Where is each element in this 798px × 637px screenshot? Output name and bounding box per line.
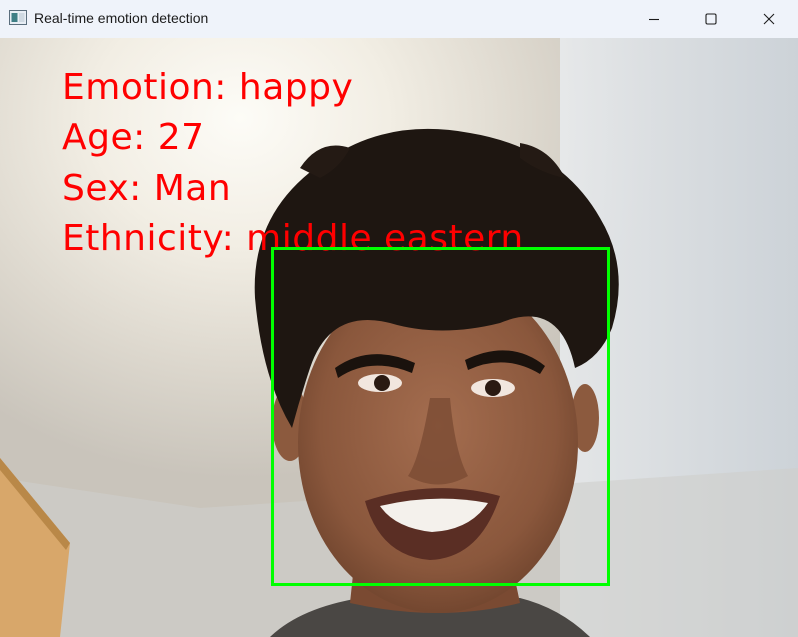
app-window: Real-time emotion detection Emotion: hap… — [0, 0, 798, 637]
app-window-icon — [9, 10, 27, 25]
emotion-label: Emotion: happy — [62, 67, 354, 108]
close-button[interactable] — [740, 0, 798, 38]
close-icon — [763, 13, 775, 25]
window-title: Real-time emotion detection — [34, 10, 209, 26]
minimize-button[interactable] — [625, 0, 683, 38]
age-label: Age: 27 — [62, 117, 205, 158]
maximize-button[interactable] — [682, 0, 740, 38]
camera-frame: Emotion: happy Age: 27 Sex: Man Ethnicit… — [0, 38, 798, 637]
minimize-icon — [649, 18, 659, 21]
maximize-icon — [705, 13, 717, 25]
title-bar[interactable]: Real-time emotion detection — [0, 0, 798, 38]
sex-label: Sex: Man — [62, 168, 232, 209]
face-bounding-box — [271, 247, 610, 586]
